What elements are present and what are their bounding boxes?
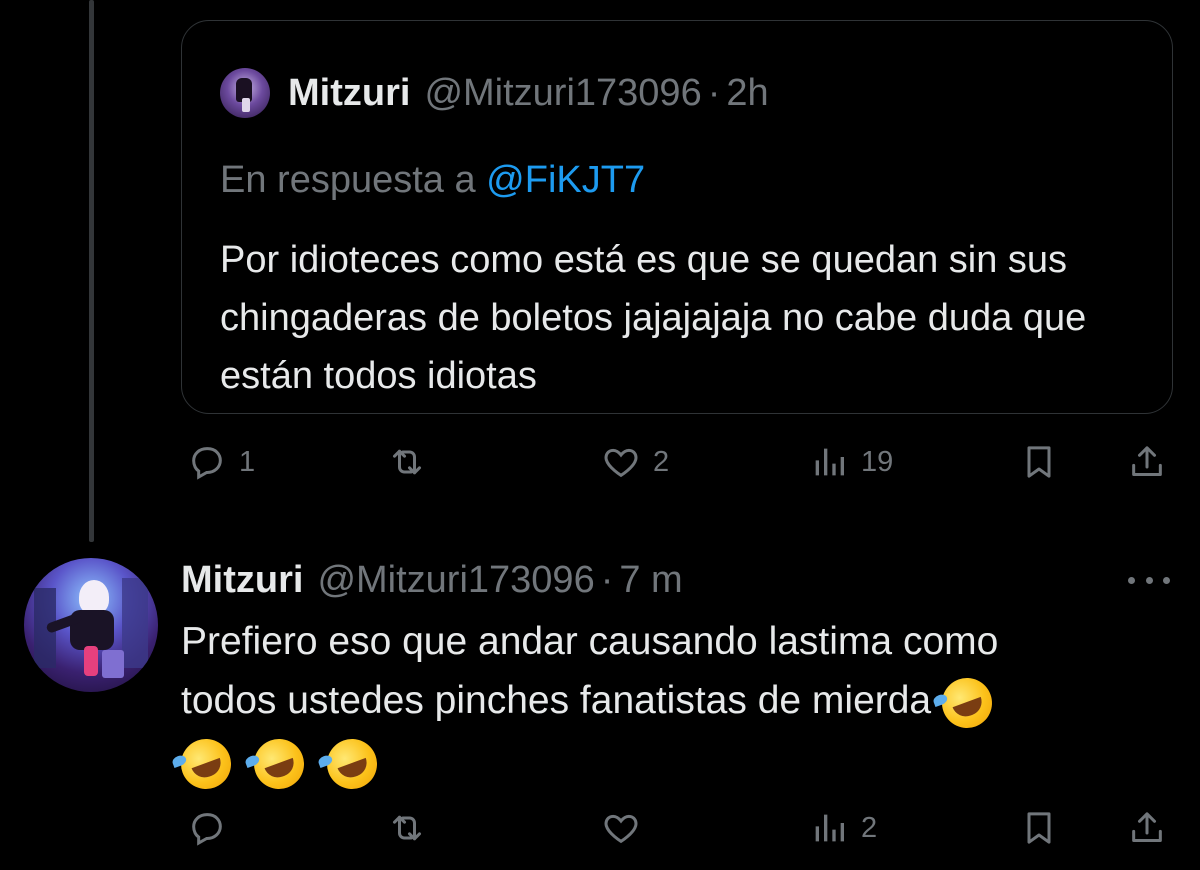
bookmark-icon [1027, 446, 1051, 478]
timestamp[interactable]: 7 m [619, 559, 682, 602]
tweet-text-line: Prefiero eso que andar causando lastima … [181, 620, 999, 663]
parent-tweet-header: Mitzuri @Mitzuri173096 · 2h [220, 68, 769, 118]
analytics-bars-icon [815, 814, 844, 842]
emoji-line [173, 730, 1141, 796]
views-button[interactable]: 19 [809, 432, 893, 492]
retweet-icon [393, 449, 421, 475]
bookmark-button[interactable] [1019, 432, 1059, 492]
share-button[interactable] [1127, 798, 1167, 858]
avatar[interactable] [24, 558, 158, 692]
retweet-button[interactable] [387, 798, 427, 858]
author-name[interactable]: Mitzuri [288, 72, 410, 115]
reply-context: En respuesta a @FiKJT7 [220, 159, 645, 202]
avatar[interactable] [220, 68, 270, 118]
reply-button[interactable] [187, 798, 227, 858]
parent-tweet-actions: 1 2 19 [181, 432, 1171, 492]
views-button[interactable]: 2 [809, 798, 877, 858]
like-button[interactable]: 2 [601, 432, 669, 492]
bookmark-button[interactable] [1019, 798, 1059, 858]
thread-connector-line [89, 0, 94, 542]
rolling-laughing-emoji-icon [319, 731, 384, 796]
share-button[interactable] [1127, 432, 1167, 492]
comment-bubble-icon [192, 813, 222, 846]
reply-prefix: En respuesta a [220, 159, 476, 201]
analytics-bars-icon [815, 448, 844, 476]
reply-tweet-actions: 2 [181, 798, 1171, 858]
rolling-laughing-emoji-icon [173, 731, 239, 796]
heart-icon [604, 448, 638, 478]
separator-dot: · [707, 71, 721, 114]
reply-count: 1 [239, 445, 256, 478]
share-icon [1132, 812, 1162, 842]
reply-tweet-header: Mitzuri @Mitzuri173096 · 7 m [181, 552, 683, 608]
bookmark-icon [1027, 812, 1051, 844]
tweet-text: Por idioteces como está es que se quedan… [220, 239, 1087, 397]
rolling-laughing-emoji-icon [246, 731, 311, 796]
retweet-button[interactable] [387, 432, 427, 492]
reply-button[interactable]: 1 [187, 432, 255, 492]
author-handle[interactable]: @Mitzuri173096 [317, 559, 594, 602]
view-count: 19 [861, 445, 894, 478]
separator-dot: · [600, 558, 614, 601]
tweet-text: Prefiero eso que andar causando lastima … [173, 612, 1141, 796]
share-icon [1132, 446, 1162, 476]
mention-link[interactable]: @FiKJT7 [486, 159, 645, 201]
timestamp[interactable]: 2h [726, 72, 768, 115]
tweet-text-line: todos ustedes pinches fanatistas de mier… [181, 670, 1141, 735]
view-count: 2 [861, 811, 878, 844]
heart-icon [604, 814, 638, 844]
comment-bubble-icon [192, 447, 222, 480]
author-name[interactable]: Mitzuri [181, 559, 303, 602]
retweet-icon [393, 815, 421, 841]
rolling-laughing-emoji-icon [934, 670, 1000, 735]
parent-tweet-card[interactable]: Mitzuri @Mitzuri173096 · 2h En respuesta… [181, 20, 1173, 414]
tweet-text-segment: todos ustedes pinches fanatistas de mier… [181, 679, 932, 722]
like-button[interactable] [601, 798, 641, 858]
more-dots-icon[interactable] [1124, 560, 1174, 600]
like-count: 2 [653, 445, 670, 478]
author-handle[interactable]: @Mitzuri173096 [424, 72, 701, 115]
